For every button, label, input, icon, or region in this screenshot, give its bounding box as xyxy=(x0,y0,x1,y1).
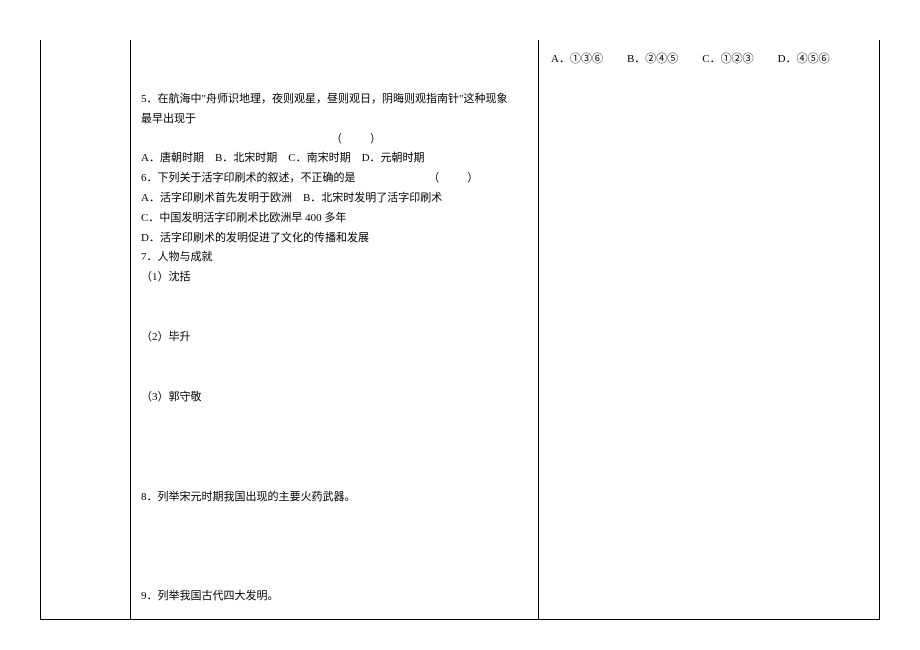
option-d: D．④⑤⑥ xyxy=(778,50,830,70)
question-6-option-c: C．中国发明活字印刷术比欧洲早 400 多年 xyxy=(141,209,518,229)
question-5-blank: （ ） xyxy=(141,130,518,150)
outer-border: 5．在航海中"舟师识地理，夜则观星，昼则观日，阴晦则观指南针"这种现象最早出现于… xyxy=(40,40,880,620)
question-7-sub1: （1）沈括 xyxy=(141,268,518,288)
question-7-sub3: （3）郭守敬 xyxy=(141,388,518,408)
question-8: 8．列举宋元时期我国出现的主要火药武器。 xyxy=(141,488,518,508)
option-b: B．②④⑤ xyxy=(627,50,678,70)
middle-column: 5．在航海中"舟师识地理，夜则观星，昼则观日，阴晦则观指南针"这种现象最早出现于… xyxy=(131,40,539,619)
right-column: A．①③⑥ B．②④⑤ C．①②③ D．④⑤⑥ xyxy=(539,40,879,619)
question-5-line1: 5．在航海中"舟师识地理，夜则观星，昼则观日，阴晦则观指南针"这种现象最早出现于 xyxy=(141,90,518,130)
question-7-sub2: （2）毕升 xyxy=(141,328,518,348)
question-9: 9．列举我国古代四大发明。 xyxy=(141,587,518,607)
option-c: C．①②③ xyxy=(702,50,753,70)
top-options-row: A．①③⑥ B．②④⑤ C．①②③ D．④⑤⑥ xyxy=(551,50,867,70)
question-5-options: A．唐朝时期 B．北宋时期 C．南宋时期 D．元朝时期 xyxy=(141,149,518,169)
question-7: 7．人物与成就 xyxy=(141,248,518,268)
left-column xyxy=(41,40,131,619)
question-6-option-a-b: A．活字印刷术首先发明于欧洲 B．北宋时发明了活字印刷术 xyxy=(141,189,518,209)
question-6-text: 6．下列关于活字印刷术的叙述，不正确的是 xyxy=(141,172,356,184)
page-container: 5．在航海中"舟师识地理，夜则观星，昼则观日，阴晦则观指南针"这种现象最早出现于… xyxy=(0,0,920,650)
question-6-paren: （ ） xyxy=(358,172,480,184)
question-5-paren: （ ） xyxy=(331,133,383,145)
question-6-option-d: D．活字印刷术的发明促进了文化的传播和发展 xyxy=(141,229,518,249)
option-a: A．①③⑥ xyxy=(551,50,603,70)
question-6-line: 6．下列关于活字印刷术的叙述，不正确的是 （ ） xyxy=(141,169,518,189)
